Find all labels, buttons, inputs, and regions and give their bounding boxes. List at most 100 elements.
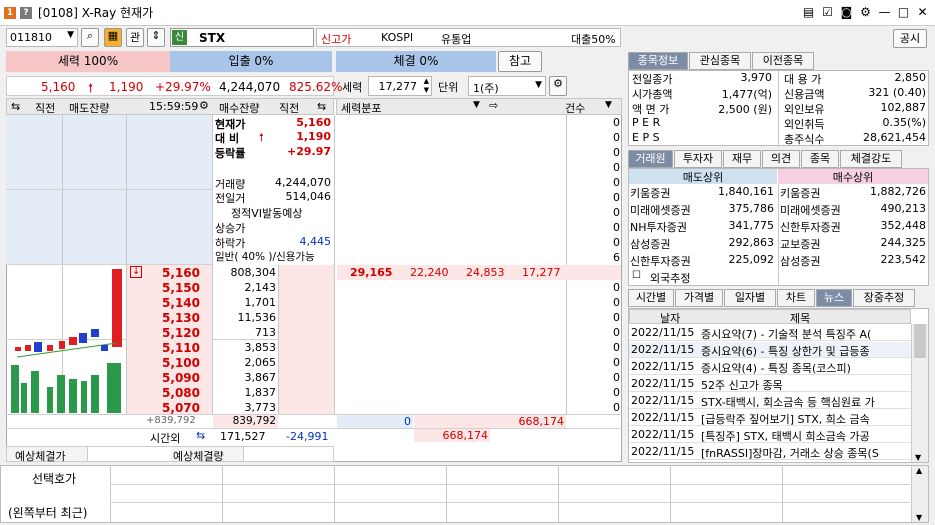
chevron-down-icon[interactable]: ▼ <box>473 100 480 110</box>
dist-count[interactable]: 0 <box>570 206 620 219</box>
dist-count[interactable]: 0 <box>570 341 620 354</box>
stock-info-key2[interactable]: 외인보유 <box>784 101 839 117</box>
bid-price[interactable]: 5,150 <box>140 281 200 295</box>
swap-icon[interactable]: ⇆ <box>196 429 205 442</box>
dist-count[interactable]: 0 <box>570 161 620 174</box>
scroll-thumb[interactable] <box>914 324 926 358</box>
gear-icon[interactable]: ⚙ <box>859 5 872 19</box>
bid-qty[interactable]: 11,536 <box>213 311 277 324</box>
sell-broker-qty[interactable]: 375,786 <box>704 202 775 215</box>
news-tab[interactable]: 차트 <box>777 289 815 307</box>
link-button[interactable]: ⇕ <box>147 28 165 47</box>
stock-info-key[interactable]: E P S <box>632 131 687 144</box>
stock-info-key[interactable]: P E R <box>632 116 687 129</box>
stock-info-value2[interactable]: 2,850 <box>838 71 927 84</box>
buy-broker-qty[interactable]: 352,448 <box>854 219 927 232</box>
tab-stock[interactable]: 종목 <box>801 150 839 168</box>
stock-info-value[interactable]: 1,477(억) <box>688 86 772 102</box>
sell-broker-qty[interactable]: 341,775 <box>704 219 775 232</box>
next-icon[interactable]: ⇨ <box>489 99 498 112</box>
news-title[interactable]: [급등락주 짚어보기] STX, 희소 금속 <box>701 411 907 427</box>
news-row[interactable]: 2022/11/15 증시요약(7) - 기술적 분석 특징주 A( <box>629 325 911 341</box>
stock-info-value2[interactable]: 0.35(%) <box>838 116 926 129</box>
dist-count[interactable]: 6 <box>570 251 620 264</box>
news-scrollbar[interactable]: ▼ <box>911 324 928 462</box>
news-tab[interactable]: 가격별 <box>675 289 723 307</box>
news-title[interactable]: 52주 신고가 종목 <box>701 377 907 393</box>
stock-info-key[interactable]: 시가총액 <box>632 86 687 102</box>
news-title[interactable]: [fnRASSI]장마감, 거래소 상승 종목(S <box>701 445 907 461</box>
sell-broker-name[interactable]: 키움증권 <box>630 185 704 201</box>
dist-count[interactable]: 0 <box>570 176 620 189</box>
news-tab[interactable]: 일자별 <box>724 289 776 307</box>
tab-broker[interactable]: 거래원 <box>628 150 673 168</box>
dist-count[interactable]: 0 <box>570 236 620 249</box>
settings-button[interactable]: ⚙ <box>549 76 567 96</box>
dist-count[interactable]: 0 <box>570 386 620 399</box>
news-title[interactable]: [특징주] STX, 태백시 희소금속 가공 <box>701 428 907 444</box>
bid-qty[interactable]: 3,853 <box>213 341 277 354</box>
dist-count[interactable]: 0 <box>570 311 620 324</box>
minimize-icon[interactable]: — <box>878 5 891 19</box>
dist-count[interactable]: 0 <box>570 326 620 339</box>
bid-price[interactable]: 5,120 <box>140 326 200 340</box>
settings-icon[interactable]: ☑ <box>821 5 834 19</box>
tab-stock-info[interactable]: 종목정보 <box>628 52 688 70</box>
help-badge[interactable]: ? <box>20 6 32 19</box>
news-title[interactable]: 증시요약(6) - 특징 상한가 및 급등종 <box>701 343 907 359</box>
stock-info-value2[interactable]: 28,621,454 <box>838 131 926 144</box>
bid-price[interactable]: 5,090 <box>140 371 200 385</box>
news-date[interactable]: 2022/11/15 <box>631 394 697 407</box>
bid-price[interactable]: 5,070 <box>140 401 200 415</box>
disclosure-button[interactable]: 공시 <box>893 29 927 48</box>
news-row[interactable]: 2022/11/15 [급등락주 짚어보기] STX, 희소 금속 <box>629 410 911 426</box>
sell-broker-name[interactable]: 미래에셋증권 <box>630 202 704 218</box>
stock-code-input[interactable]: 011810 ▼ <box>6 28 78 47</box>
news-date[interactable]: 2022/11/15 <box>631 377 697 390</box>
sell-broker-qty[interactable]: 225,092 <box>704 253 775 266</box>
chevron-down-icon[interactable]: ▼ <box>67 30 74 40</box>
tab-strength[interactable]: 체결강도 <box>840 150 902 168</box>
chevron-down-icon[interactable]: ▼ <box>535 80 542 90</box>
dist-count[interactable]: 0 <box>570 131 620 144</box>
chevron-down-icon[interactable]: ▼ <box>605 100 612 110</box>
dist-count[interactable]: 0 <box>570 401 620 414</box>
dist-count[interactable]: 0 <box>570 221 620 234</box>
news-tab[interactable]: 뉴스 <box>816 289 852 307</box>
reference-button[interactable]: 참고 <box>498 51 542 72</box>
news-date[interactable]: 2022/11/15 <box>631 343 697 356</box>
scrollbar[interactable]: ▲ ▼ <box>911 466 928 522</box>
gear-icon[interactable]: ⚙ <box>199 99 209 112</box>
news-title[interactable]: 증시요약(4) - 특징 종목(코스피) <box>701 360 907 376</box>
bid-qty[interactable]: 3,773 <box>213 401 277 414</box>
stock-info-value2[interactable]: 102,887 <box>838 101 927 114</box>
close-icon[interactable]: ✕ <box>916 5 929 19</box>
scroll-up-icon[interactable]: ▲ <box>916 466 922 475</box>
bid-qty[interactable]: 2,143 <box>213 281 277 294</box>
news-tab[interactable]: 시간별 <box>628 289 674 307</box>
bid-qty[interactable]: 1,837 <box>213 386 277 399</box>
tab-investor[interactable]: 투자자 <box>674 150 722 168</box>
checkbox-icon[interactable]: ☐ <box>632 270 641 281</box>
bid-price[interactable]: 5,100 <box>140 356 200 370</box>
stock-info-key2[interactable]: 외인취득 <box>784 116 839 132</box>
sell-broker-name[interactable]: 신한투자증권 <box>630 253 704 269</box>
buy-broker-qty[interactable]: 223,542 <box>854 253 927 266</box>
sell-broker-name[interactable]: NH투자증권 <box>630 219 704 235</box>
buy-broker-name[interactable]: 삼성증권 <box>780 253 854 269</box>
stock-info-value[interactable]: 2,500 (원) <box>688 101 772 117</box>
scroll-down-icon[interactable]: ▼ <box>915 453 921 462</box>
stock-info-key2[interactable]: 신용금액 <box>784 86 839 102</box>
stock-info-value[interactable]: 3,970 <box>688 71 773 84</box>
stock-info-value2[interactable]: 321 (0.40) <box>838 86 926 99</box>
news-date[interactable]: 2022/11/15 <box>631 360 697 373</box>
tab-finance[interactable]: 재무 <box>723 150 761 168</box>
news-date[interactable]: 2022/11/15 <box>631 428 697 441</box>
sell-broker-name[interactable]: 삼성증권 <box>630 236 704 252</box>
news-date[interactable]: 2022/11/15 <box>631 326 697 339</box>
buy-broker-qty[interactable]: 1,882,726 <box>854 185 926 198</box>
buy-broker-qty[interactable]: 244,325 <box>854 236 927 249</box>
sell-broker-qty[interactable]: 292,863 <box>704 236 775 249</box>
buy-broker-name[interactable]: 신한투자증권 <box>780 219 854 235</box>
dist-count[interactable]: 0 <box>570 296 620 309</box>
